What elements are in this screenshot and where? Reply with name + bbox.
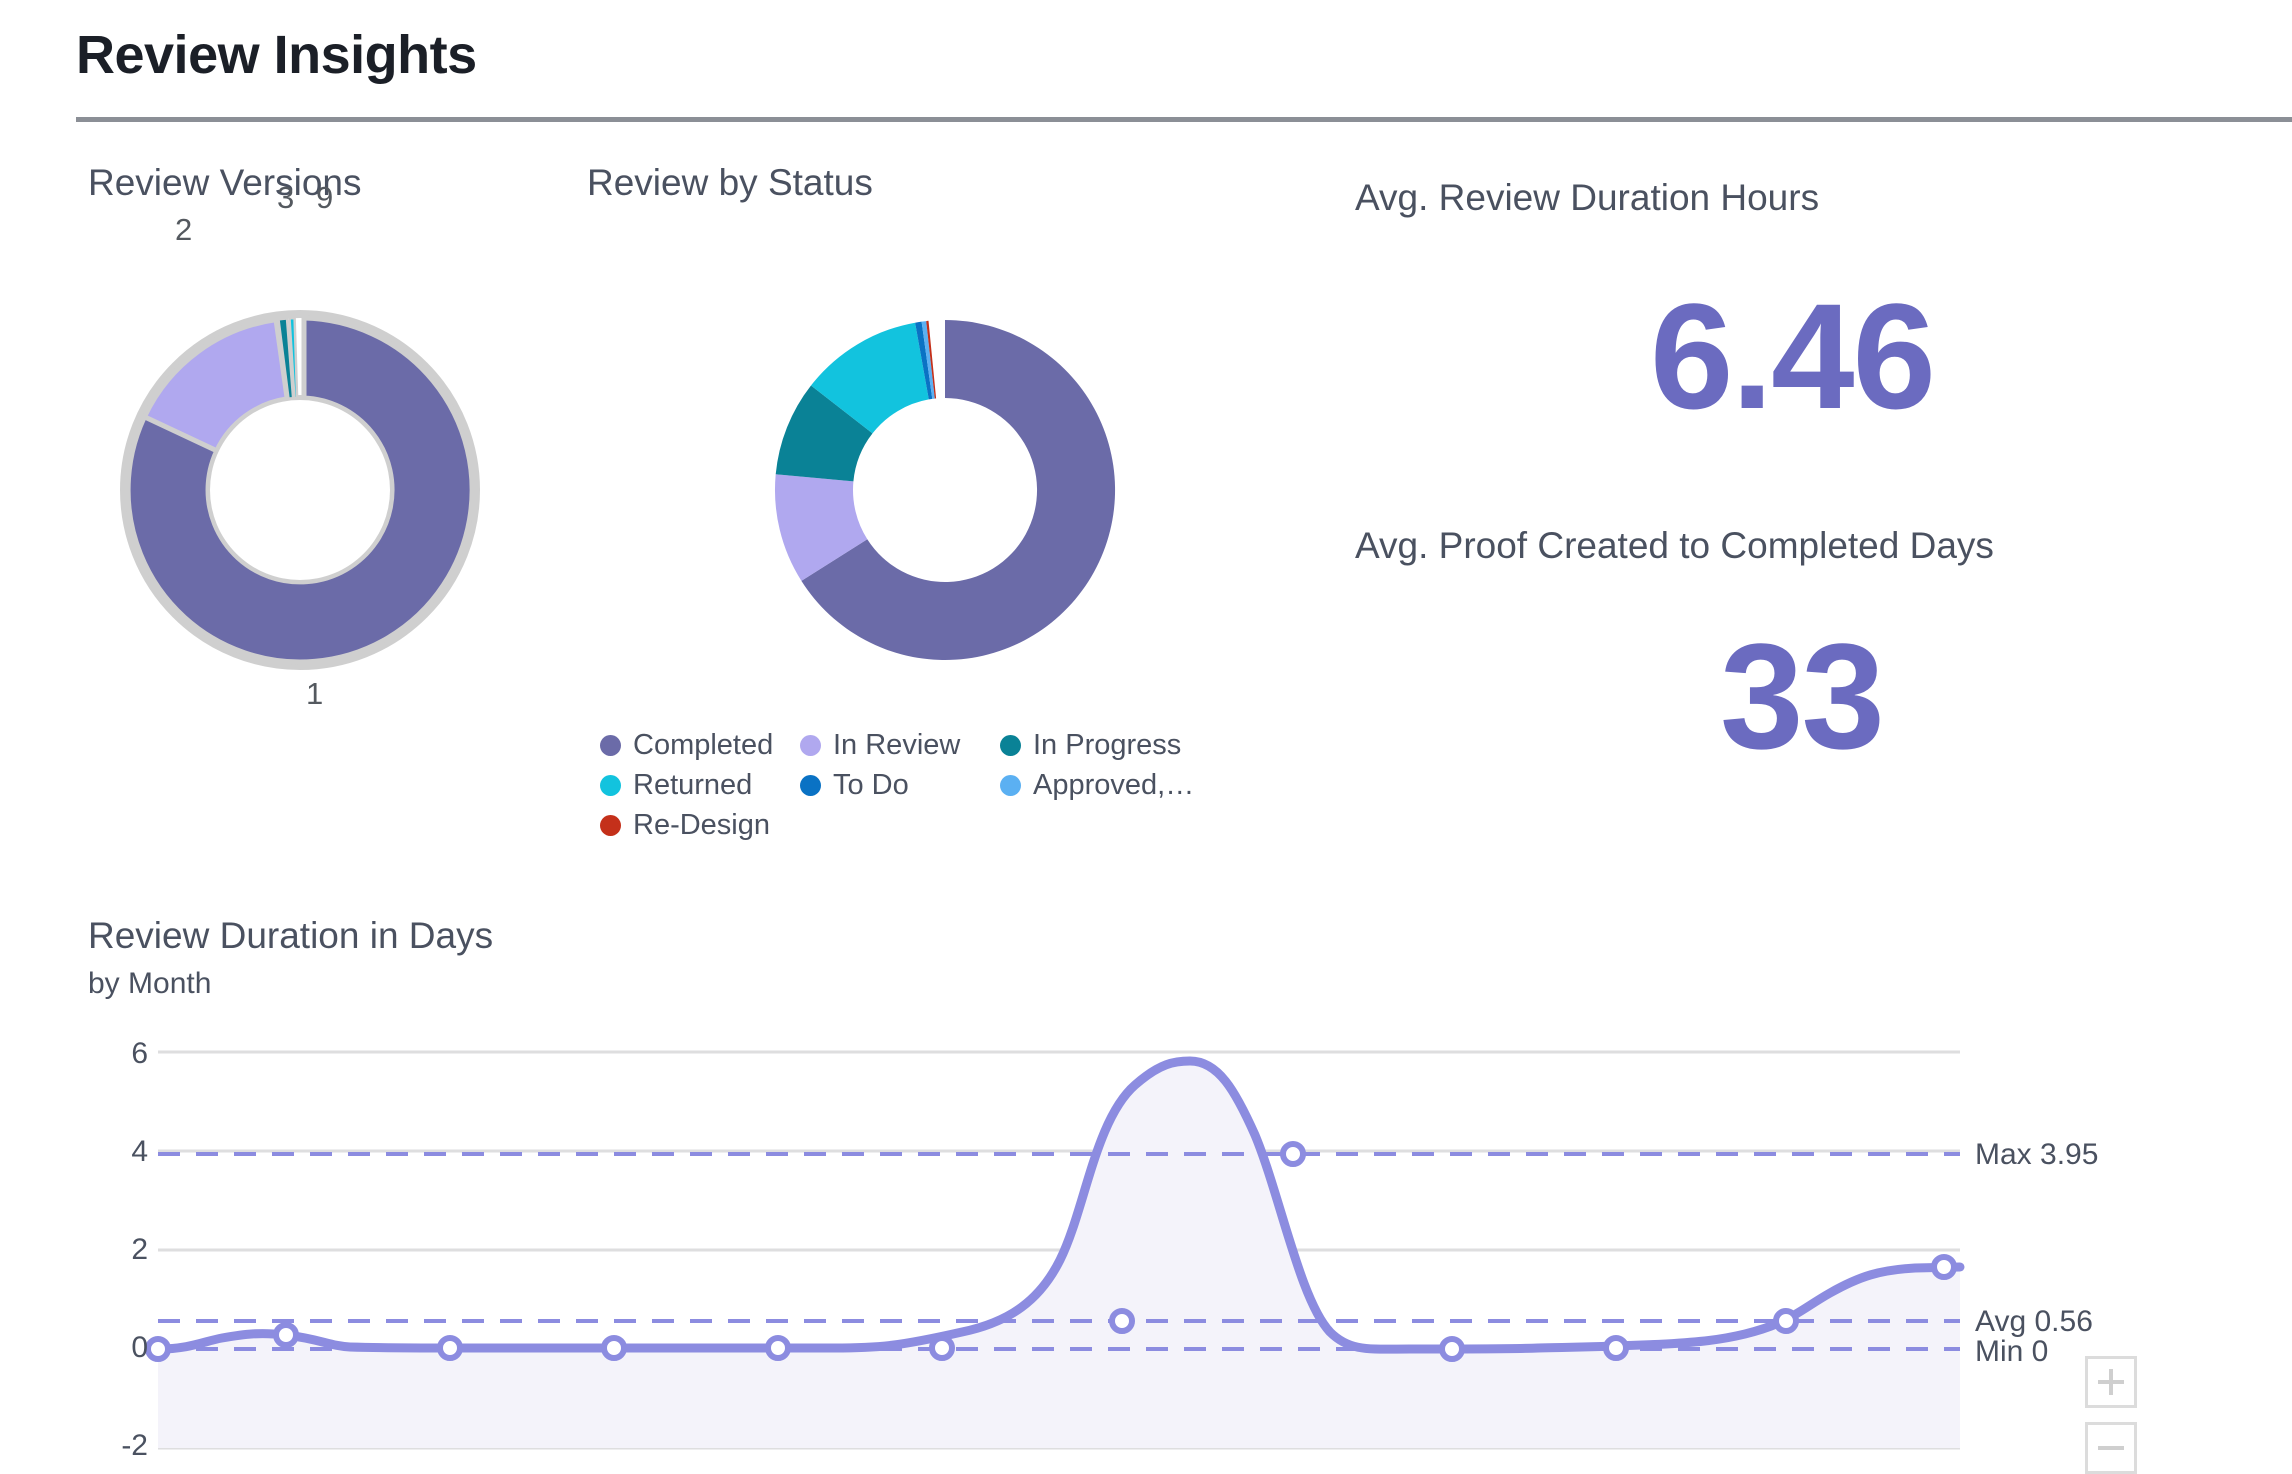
- review-by-status-legend: Completed In Review In Progress Returned…: [600, 725, 1300, 845]
- review-by-status-donut[interactable]: [755, 300, 1135, 680]
- data-point[interactable]: [1109, 1308, 1135, 1334]
- zoom-in-button[interactable]: [2085, 1356, 2137, 1408]
- legend-label: In Review: [833, 728, 961, 761]
- review-duration-title: Review Duration in Days: [88, 915, 494, 956]
- data-point[interactable]: [1280, 1141, 1306, 1167]
- data-point[interactable]: [1773, 1308, 1799, 1334]
- reference-label-min: Min 0: [1975, 1335, 2049, 1368]
- data-point[interactable]: [765, 1335, 791, 1361]
- reference-label-avg: Avg 0.56: [1975, 1305, 2093, 1338]
- review-versions-donut-svg: [120, 310, 480, 670]
- legend-swatch-icon: [1000, 734, 1021, 756]
- plus-icon-vertical: [2109, 1369, 2113, 1395]
- kpi-label-avg-proof-created-to-completed-days: Avg. Proof Created to Completed Days: [1355, 525, 1994, 566]
- legend-label: Returned: [633, 768, 753, 801]
- data-point[interactable]: [601, 1335, 627, 1361]
- donut-label-9: 9: [316, 180, 334, 215]
- legend-swatch-icon: [800, 774, 821, 796]
- legend-item-in-progress[interactable]: In Progress: [1000, 729, 1240, 762]
- review-versions-donut[interactable]: 3 9 2 1: [110, 180, 490, 711]
- legend-swatch-icon: [800, 734, 821, 756]
- y-axis-tick: 2: [131, 1233, 148, 1266]
- legend-swatch-icon: [600, 774, 621, 796]
- review-duration-plot: [145, 1050, 1965, 1450]
- data-point[interactable]: [437, 1335, 463, 1361]
- zoom-out-button[interactable]: [2085, 1422, 2137, 1474]
- legend-label: Approved,…: [1033, 768, 1195, 801]
- kpi-label-avg-review-duration-hours: Avg. Review Duration Hours: [1355, 177, 1820, 218]
- legend-label: Completed: [633, 728, 774, 761]
- legend-item-in-review[interactable]: In Review: [800, 729, 1000, 762]
- data-point[interactable]: [1931, 1254, 1957, 1280]
- data-point[interactable]: [145, 1336, 171, 1362]
- legend-item-completed[interactable]: Completed: [600, 729, 800, 762]
- minus-icon: [2098, 1446, 2124, 1450]
- y-axis-tick: -2: [121, 1429, 148, 1462]
- legend-label: In Progress: [1033, 728, 1182, 761]
- legend-swatch-icon: [600, 734, 621, 756]
- legend-label: Re-Design: [633, 808, 770, 841]
- kpi-value-avg-proof-created-to-completed-days: 33: [1720, 612, 1885, 780]
- review-duration-chart[interactable]: 6 4 2 0 -2 Max 3.95 Avg 0.56 Min 0: [0, 1010, 2292, 1474]
- legend-item-approved[interactable]: Approved,…: [1000, 769, 1240, 802]
- review-by-status-title: Review by Status: [587, 162, 873, 203]
- legend-item-returned[interactable]: Returned: [600, 769, 800, 802]
- legend-item-to-do[interactable]: To Do: [800, 769, 1000, 802]
- y-axis-tick: 4: [131, 1135, 148, 1168]
- y-axis-tick: 6: [131, 1037, 148, 1070]
- reference-label-max: Max 3.95: [1975, 1138, 2099, 1171]
- review-duration-subtitle: by Month: [88, 967, 212, 1000]
- donut-label-2: 2: [175, 212, 193, 247]
- legend-swatch-icon: [1000, 774, 1021, 796]
- legend-label: To Do: [833, 768, 909, 801]
- kpi-value-avg-review-duration-hours: 6.46: [1650, 272, 1936, 440]
- legend-swatch-icon: [600, 814, 621, 836]
- donut-label-1: 1: [306, 676, 324, 711]
- title-divider: [76, 117, 2292, 122]
- y-axis-tick: 0: [131, 1331, 148, 1364]
- data-point[interactable]: [273, 1322, 299, 1348]
- review-by-status-donut-svg: [774, 320, 1116, 660]
- data-point[interactable]: [929, 1335, 955, 1361]
- page-title: Review Insights: [76, 25, 477, 85]
- data-point[interactable]: [1439, 1336, 1465, 1362]
- legend-item-re-design[interactable]: Re-Design: [600, 809, 800, 842]
- data-point[interactable]: [1603, 1335, 1629, 1361]
- donut-label-3: 3: [277, 180, 295, 215]
